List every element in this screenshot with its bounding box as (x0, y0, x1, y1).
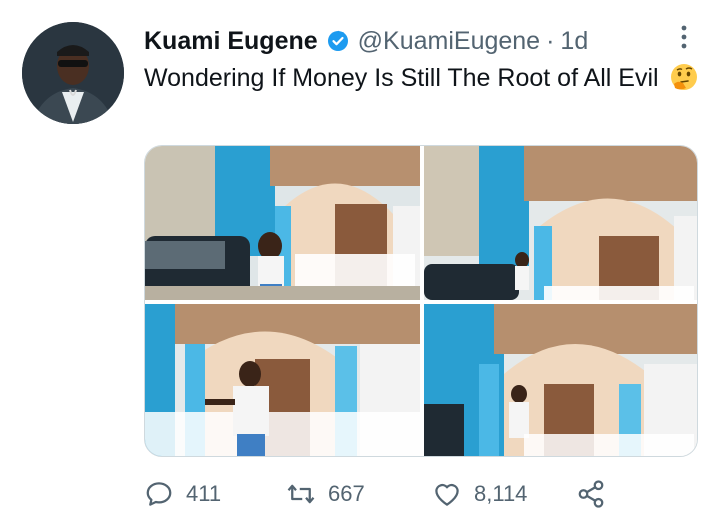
retweet-icon (287, 484, 315, 504)
tweet-body: Wondering If Money Is Still The Root of … (144, 64, 659, 92)
retweet-count: 667 (328, 481, 365, 506)
avatar-image (22, 22, 124, 124)
more-icon[interactable] (678, 24, 690, 50)
photo-4[interactable] (424, 304, 697, 456)
retweet-button[interactable]: 667 (286, 476, 365, 512)
tweet-header: Kuami Eugene @KuamiEugene · 1d (144, 24, 680, 58)
tweet-actions: 411 667 8,114 (144, 476, 624, 512)
like-count: 8,114 (474, 481, 528, 506)
heart-icon (435, 483, 459, 506)
photo-1[interactable] (145, 146, 420, 300)
tweet-timestamp[interactable]: 1d (560, 27, 588, 56)
verified-badge-icon (326, 29, 350, 53)
reply-icon (146, 482, 172, 506)
tweet-text: Wondering If Money Is Still The Root of … (144, 60, 704, 96)
thinking-face-icon (669, 62, 699, 92)
author-handle[interactable]: @KuamiEugene (358, 27, 540, 56)
media-grid[interactable] (144, 145, 698, 457)
photo-3[interactable] (145, 304, 420, 456)
like-button[interactable]: 8,114 (432, 476, 527, 512)
share-icon (578, 480, 604, 508)
share-button[interactable] (576, 476, 618, 512)
reply-count: 411 (186, 481, 222, 506)
photo-2[interactable] (424, 146, 697, 300)
header-separator: · (546, 26, 555, 55)
author-name[interactable]: Kuami Eugene (144, 27, 318, 56)
reply-button[interactable]: 411 (144, 476, 221, 512)
author-avatar[interactable] (22, 22, 124, 124)
